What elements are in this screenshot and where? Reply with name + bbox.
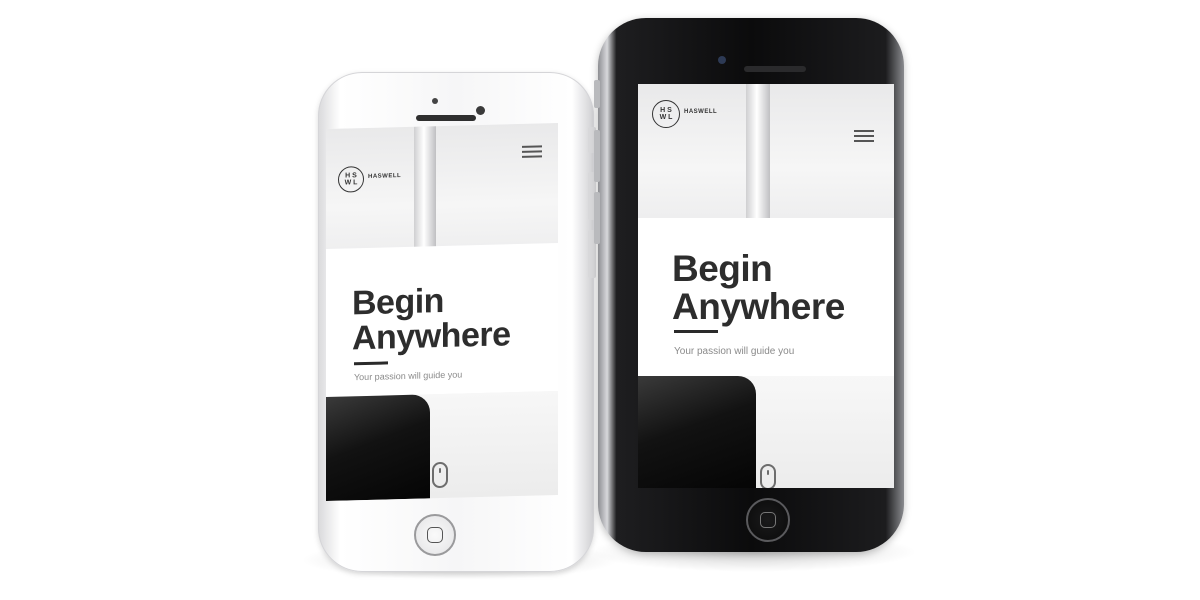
hero-title-line2: Anywhere [672, 285, 845, 327]
black-phone-speaker [744, 66, 806, 72]
white-phone-speaker [416, 115, 476, 121]
white-phone-sensor [432, 98, 438, 104]
black-phone-volume-down [594, 192, 600, 244]
black-phone-volume-up [594, 130, 600, 182]
hero-title-line1: Begin [672, 248, 773, 289]
brand-name[interactable]: HASWELL [368, 173, 401, 180]
menu-icon[interactable] [854, 130, 874, 142]
mouse-scroll-icon[interactable] [760, 464, 776, 488]
hero-photo-pillar [414, 126, 436, 259]
hero-photo-pillar [746, 84, 770, 224]
hero-title: Begin Anywhere [672, 250, 845, 325]
hero-divider [674, 330, 718, 333]
hero-title-line2: Anywhere [352, 314, 511, 358]
home-button-icon[interactable] [414, 514, 456, 556]
white-phone-screen[interactable]: H S W L HASWELL Begin Anywhere Your pass… [326, 122, 558, 502]
hero-photo-dark-object [326, 394, 430, 502]
logo-icon[interactable]: H S W L [652, 100, 680, 128]
hero-photo-dark-object [638, 376, 756, 488]
hero-photo-top [326, 122, 558, 262]
hero-title: Begin Anywhere [352, 282, 511, 358]
black-phone: H S W L HASWELL Begin Anywhere Your pass… [594, 18, 904, 552]
logo-text: H S W L [659, 106, 673, 121]
home-button-icon[interactable] [746, 498, 790, 542]
stage: H S W L HASWELL Begin Anywhere Your pass… [0, 0, 1200, 600]
black-phone-camera [718, 56, 726, 64]
black-phone-screen[interactable]: H S W L HASWELL Begin Anywhere Your pass… [638, 84, 894, 488]
brand-name[interactable]: HASWELL [684, 109, 717, 115]
menu-icon[interactable] [522, 145, 542, 158]
hero-subtitle: Your passion will guide you [674, 346, 795, 357]
white-phone-camera [476, 106, 485, 115]
logo-text: H S W L [344, 171, 358, 187]
black-phone-side-button [594, 80, 600, 108]
mouse-scroll-icon[interactable] [432, 461, 448, 489]
white-phone: H S W L HASWELL Begin Anywhere Your pass… [318, 72, 596, 572]
